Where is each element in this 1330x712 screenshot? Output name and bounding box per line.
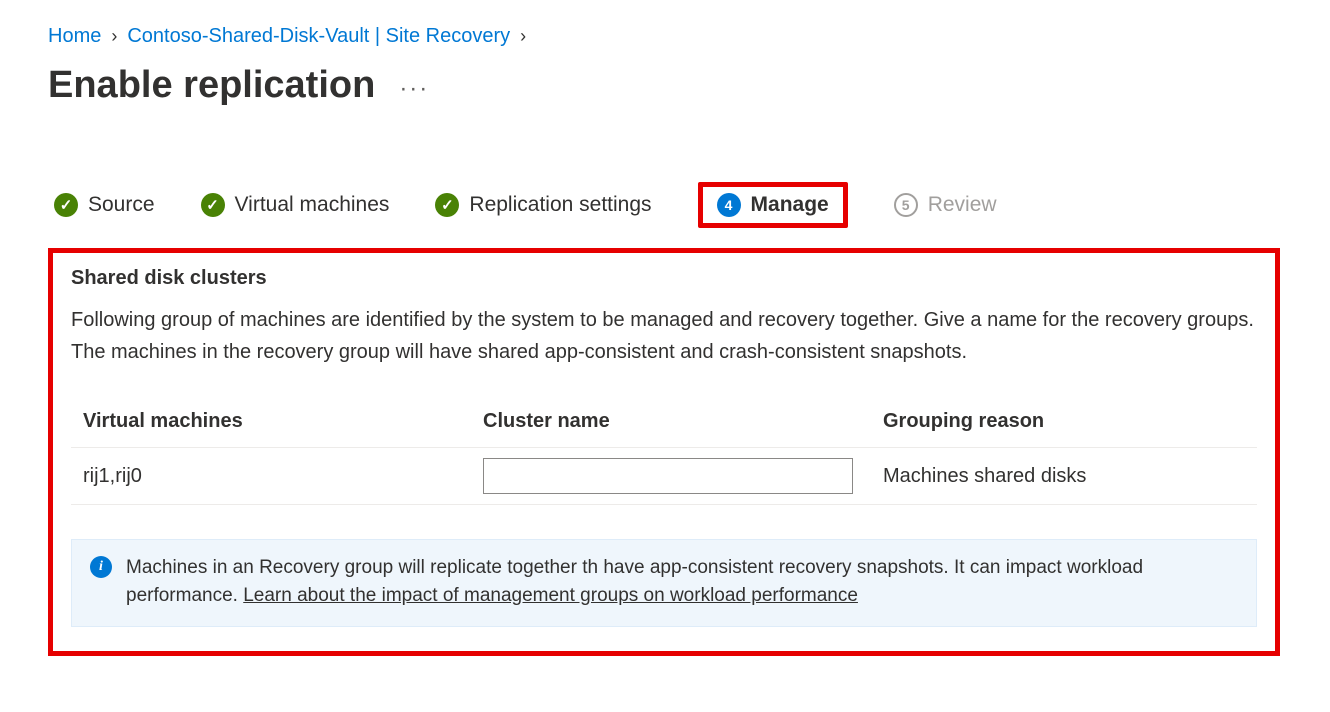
info-text: Machines in an Recovery group will repli… <box>126 554 1238 610</box>
breadcrumb: Home › Contoso-Shared-Disk-Vault | Site … <box>48 24 1282 48</box>
check-icon: ✓ <box>54 193 78 217</box>
manage-panel: Shared disk clusters Following group of … <box>48 248 1280 656</box>
col-header-cluster-name: Cluster name <box>471 410 871 448</box>
chevron-right-icon: › <box>520 24 526 48</box>
tab-label: Review <box>928 193 997 217</box>
table-row: rij1,rij0 Machines shared disks <box>71 448 1257 505</box>
more-actions-button[interactable]: ··· <box>399 67 429 103</box>
cluster-name-input[interactable] <box>483 458 853 494</box>
tab-manage[interactable]: 4 Manage <box>698 182 848 228</box>
step-number-icon: 4 <box>717 193 741 217</box>
tab-review[interactable]: 5 Review <box>894 193 997 217</box>
wizard-tabs: ✓ Source ✓ Virtual machines ✓ Replicatio… <box>48 182 1282 228</box>
check-icon: ✓ <box>201 193 225 217</box>
step-number-icon: 5 <box>894 193 918 217</box>
info-banner: i Machines in an Recovery group will rep… <box>71 539 1257 627</box>
breadcrumb-vault[interactable]: Contoso-Shared-Disk-Vault | Site Recover… <box>127 24 510 48</box>
chevron-right-icon: › <box>111 24 117 48</box>
breadcrumb-home[interactable]: Home <box>48 24 101 48</box>
tab-source[interactable]: ✓ Source <box>54 193 155 217</box>
tab-virtual-machines[interactable]: ✓ Virtual machines <box>201 193 390 217</box>
check-icon: ✓ <box>435 193 459 217</box>
tab-label: Manage <box>751 193 829 217</box>
cluster-table: Virtual machines Cluster name Grouping r… <box>71 410 1257 505</box>
col-header-vm: Virtual machines <box>71 410 471 448</box>
cell-reason: Machines shared disks <box>871 448 1257 505</box>
info-icon: i <box>90 556 112 578</box>
col-header-reason: Grouping reason <box>871 410 1257 448</box>
cell-cluster-name <box>471 448 871 505</box>
tab-label: Virtual machines <box>235 193 390 217</box>
cell-vm: rij1,rij0 <box>71 448 471 505</box>
info-learn-link[interactable]: Learn about the impact of management gro… <box>243 585 858 606</box>
page-title: Enable replication <box>48 62 375 108</box>
section-description: Following group of machines are identifi… <box>71 304 1257 368</box>
section-title: Shared disk clusters <box>71 267 1257 290</box>
tab-label: Source <box>88 193 155 217</box>
tab-replication-settings[interactable]: ✓ Replication settings <box>435 193 651 217</box>
tab-label: Replication settings <box>469 193 651 217</box>
